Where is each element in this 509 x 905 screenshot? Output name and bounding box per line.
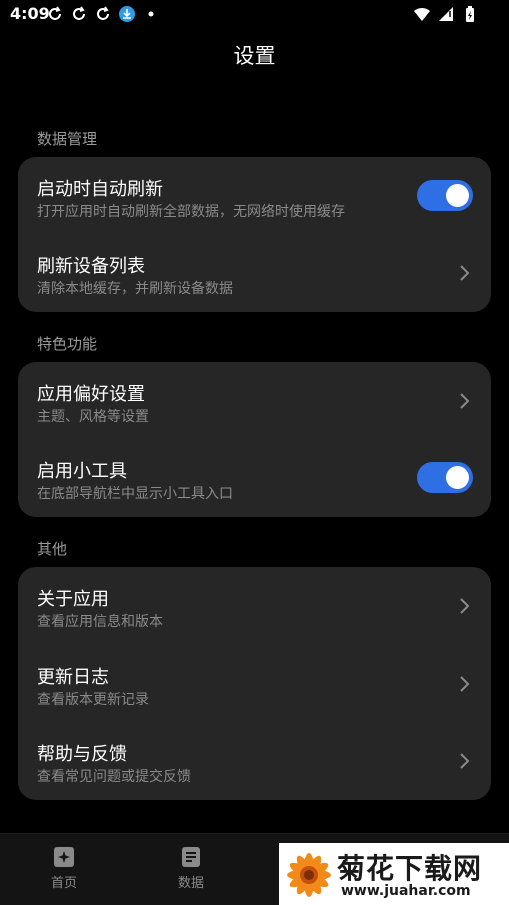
watermark-title: 菊花下载网 (337, 852, 483, 885)
signal-icon (439, 7, 453, 21)
watermark: 菊花下载网 www.juahar.com (279, 843, 509, 905)
card-data-management: 启动时自动刷新 打开应用时自动刷新全部数据，无网络时使用缓存 刷新设备列表 清除… (18, 157, 491, 312)
setting-changelog[interactable]: 更新日志 查看版本更新记录 (18, 647, 491, 723)
setting-subtitle: 主题、风格等设置 (37, 409, 149, 425)
section-title-features: 特色功能 (37, 335, 98, 353)
card-features: 应用偏好设置 主题、风格等设置 启用小工具 在底部导航栏中显示小工具入口 (18, 362, 491, 517)
nav-label: 数据 (177, 876, 204, 891)
setting-app-preferences[interactable]: 应用偏好设置 主题、风格等设置 (18, 364, 491, 440)
enable-widgets-toggle[interactable] (417, 462, 473, 493)
setting-subtitle: 查看应用信息和版本 (37, 614, 163, 630)
chevron-right-icon (460, 598, 470, 614)
chevron-right-icon (460, 265, 470, 281)
document-icon (182, 847, 200, 867)
page-title: 设置 (233, 44, 276, 68)
chevron-right-icon (460, 676, 470, 692)
sync-icon (97, 6, 109, 20)
setting-title: 启用小工具 (37, 461, 127, 482)
status-time: 4:09 (10, 4, 50, 23)
toggle-knob (446, 184, 469, 207)
setting-subtitle: 清除本地缓存，并刷新设备数据 (37, 281, 233, 297)
nav-item-data[interactable]: 数据 (151, 846, 231, 891)
sync-icon (73, 6, 85, 20)
battery-charging-icon (466, 6, 474, 22)
setting-title: 启动时自动刷新 (37, 179, 163, 200)
setting-subtitle: 在底部导航栏中显示小工具入口 (37, 486, 233, 502)
setting-auto-refresh[interactable]: 启动时自动刷新 打开应用时自动刷新全部数据，无网络时使用缓存 (18, 159, 491, 235)
chevron-right-icon (460, 393, 470, 409)
auto-refresh-toggle[interactable] (417, 180, 473, 211)
setting-title: 应用偏好设置 (37, 384, 145, 405)
setting-subtitle: 查看常见问题或提交反馈 (37, 769, 191, 785)
section-title-other: 其他 (37, 540, 68, 558)
setting-title: 刷新设备列表 (37, 256, 145, 277)
toggle-knob (446, 466, 469, 489)
setting-refresh-device-list[interactable]: 刷新设备列表 清除本地缓存，并刷新设备数据 (18, 236, 491, 312)
wifi-icon (414, 7, 430, 21)
flower-logo-icon (287, 853, 331, 897)
card-other: 关于应用 查看应用信息和版本 更新日志 查看版本更新记录 帮助与反馈 查看常见问… (18, 567, 491, 800)
setting-subtitle: 打开应用时自动刷新全部数据，无网络时使用缓存 (37, 204, 345, 220)
setting-title: 帮助与反馈 (37, 744, 127, 765)
dot-icon (148, 11, 154, 17)
setting-subtitle: 查看版本更新记录 (37, 692, 149, 708)
status-icons-right (413, 5, 479, 23)
setting-enable-widgets[interactable]: 启用小工具 在底部导航栏中显示小工具入口 (18, 441, 491, 517)
setting-about-app[interactable]: 关于应用 查看应用信息和版本 (18, 569, 491, 645)
setting-title: 关于应用 (37, 589, 109, 610)
status-bar: 4:09 (0, 0, 509, 28)
sync-icon (49, 6, 61, 20)
setting-help-feedback[interactable]: 帮助与反馈 查看常见问题或提交反馈 (18, 724, 491, 800)
download-icon (119, 6, 135, 22)
chevron-right-icon (460, 753, 470, 769)
home-sparkle-icon (54, 847, 74, 867)
setting-title: 更新日志 (37, 667, 109, 688)
section-title-data-management: 数据管理 (37, 130, 98, 148)
status-icons-left (46, 5, 160, 23)
nav-label: 首页 (50, 876, 77, 891)
watermark-url: www.juahar.com (341, 883, 471, 899)
nav-item-home[interactable]: 首页 (24, 846, 104, 891)
